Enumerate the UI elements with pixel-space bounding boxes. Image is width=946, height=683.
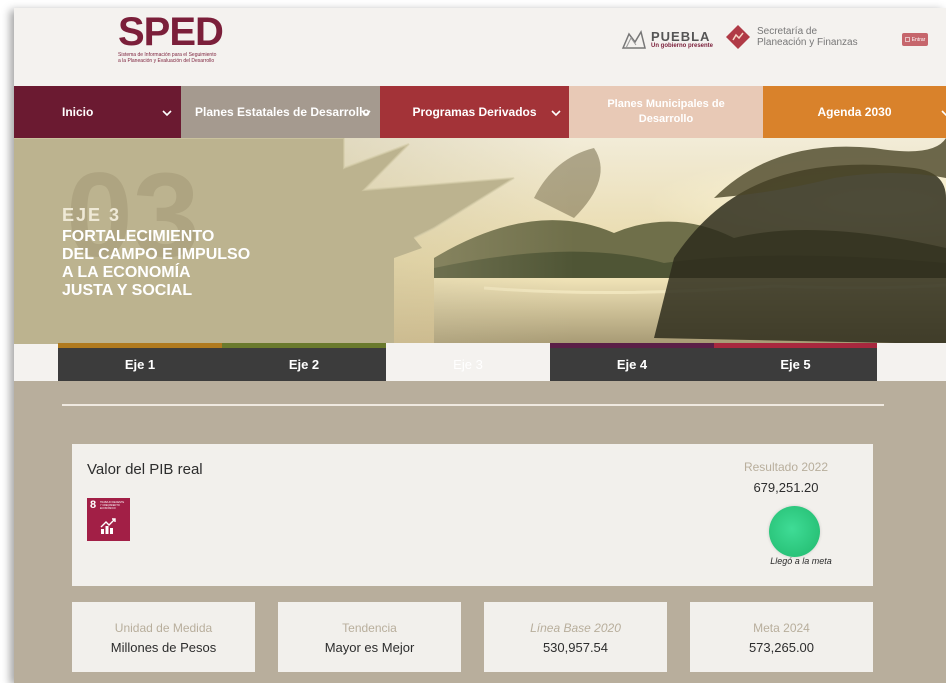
chevron-down-icon (941, 110, 946, 117)
puebla-emblem-icon (621, 30, 646, 49)
tab-eje-3[interactable]: Eje 3 (386, 343, 550, 381)
secretaria-line-1: Secretaría de (757, 26, 818, 37)
status-text: Llegó a la meta (770, 556, 832, 566)
indicator-name: Valor del PIB real (87, 461, 203, 478)
puebla-logo[interactable]: PUEBLA Un gobierno presente (621, 25, 713, 55)
nav-item-label: Planes Estatales de Desarrollo (195, 105, 370, 119)
nav-item-programas-derivados[interactable]: Programas Derivados (380, 86, 569, 138)
chevron-down-icon (551, 110, 561, 117)
logo-subtitle-2: a la Planeación y Evaluación del Desarro… (118, 58, 215, 64)
login-icon (904, 37, 910, 42)
chevron-down-icon (162, 110, 172, 117)
eje-tabs: Eje 1 Eje 2 Eje 3 Eje 4 Eje 5 (58, 343, 877, 381)
growth-chart-icon (100, 518, 116, 534)
stat-label: Unidad de Medida (114, 621, 213, 635)
logo-title: SPED (118, 10, 224, 54)
section-divider (62, 404, 884, 406)
stat-label: Línea Base 2020 (530, 621, 621, 635)
chevron-down-icon (361, 110, 371, 117)
secretaria-logo[interactable]: Secretaría de Planeación y Finanzas (725, 24, 858, 50)
eje-title-line: JUSTA Y SOCIAL (62, 282, 193, 299)
status-indicator-dot (769, 506, 820, 557)
eje-banner: 03 EJE 3 FORTALECIMIENTO DEL CAMPO E IMP… (14, 138, 946, 344)
tab-bar-spacer (877, 343, 946, 381)
result-label: Resultado 2022 (743, 460, 829, 474)
tab-eje-1[interactable]: Eje 1 (58, 343, 222, 381)
ods-number: 8 (90, 499, 97, 511)
eje-title-line: A LA ECONOMÍA (62, 264, 191, 281)
secretaria-line-2: Planeación y Finanzas (757, 37, 858, 48)
nav-item-label: Programas Derivados (412, 105, 537, 119)
puebla-name: PUEBLA (651, 29, 711, 44)
result-value: 679,251.20 (753, 480, 819, 495)
stat-value: 573,265.00 (748, 640, 815, 655)
nav-item-planes-municipales[interactable]: Planes Municipales de Desarrollo (569, 86, 763, 138)
main-nav: Inicio Planes Estatales de Desarrollo Pr… (14, 86, 946, 138)
stat-value: Millones de Pesos (110, 640, 217, 655)
stat-value: 530,957.54 (542, 640, 609, 655)
stat-label: Tendencia (342, 621, 397, 635)
nav-item-label: Planes Municipales de Desarrollo (607, 98, 725, 125)
login-button[interactable]: Entrar (902, 33, 928, 46)
eje-title-line: DEL CAMPO E IMPULSO (62, 246, 251, 263)
tab-eje-4[interactable]: Eje 4 (550, 343, 714, 381)
ods-text: TRABAJO DECENTE Y CRECIMIENTO ECONÓMICO (100, 501, 125, 510)
nav-item-inicio[interactable]: Inicio (14, 86, 181, 138)
eje-title-line: FORTALECIMIENTO (62, 228, 215, 245)
eje-number-label: EJE 3 (62, 205, 122, 225)
login-label: Entrar (911, 36, 926, 43)
tab-eje-2[interactable]: Eje 2 (222, 343, 386, 381)
puebla-tagline: Un gobierno presente (651, 43, 714, 49)
tab-eje-5[interactable]: Eje 5 (714, 343, 877, 381)
browser-viewport: SPED Sistema de Información para el Segu… (14, 8, 946, 683)
stat-card-meta: Meta 2024 573,265.00 (690, 602, 873, 672)
stat-card-linea-base: Línea Base 2020 530,957.54 (484, 602, 667, 672)
stat-card-tendencia: Tendencia Mayor es Mejor (278, 602, 461, 672)
nav-item-planes-estatales[interactable]: Planes Estatales de Desarrollo (181, 86, 380, 138)
stat-value: Mayor es Mejor (324, 640, 415, 655)
indicator-section: Valor del PIB real 8 TRABAJO DECENTE Y C… (14, 381, 946, 683)
stat-card-unidad: Unidad de Medida Millones de Pesos (72, 602, 255, 672)
site-header: SPED Sistema de Información para el Segu… (14, 8, 946, 86)
secretaria-emblem-icon (726, 25, 750, 49)
nav-item-label: Inicio (62, 105, 94, 119)
nav-item-agenda-2030[interactable]: Agenda 2030 (763, 86, 946, 138)
indicator-card[interactable]: Valor del PIB real 8 TRABAJO DECENTE Y C… (72, 444, 873, 586)
sped-logo[interactable]: SPED Sistema de Información para el Segu… (118, 12, 248, 72)
stat-label: Meta 2024 (753, 621, 810, 635)
eje-title: FORTALECIMIENTO DEL CAMPO E IMPULSO A LA… (62, 228, 292, 300)
nav-item-label: Agenda 2030 (817, 105, 892, 119)
ods-badge[interactable]: 8 TRABAJO DECENTE Y CRECIMIENTO ECONÓMIC… (87, 498, 130, 541)
